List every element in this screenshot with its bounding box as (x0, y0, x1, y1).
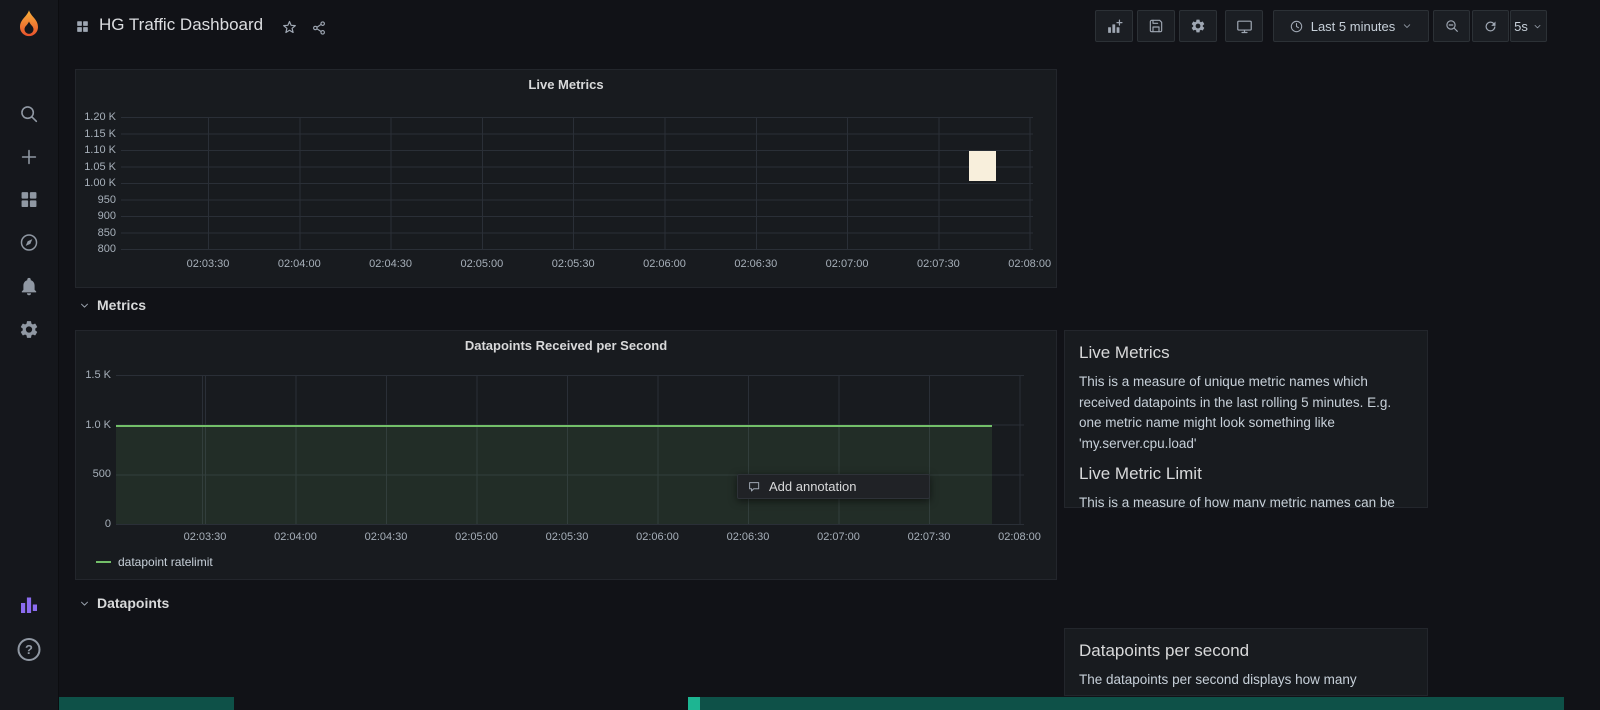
explore-compass-icon[interactable] (19, 232, 40, 253)
x-tick: 02:08:00 (1008, 258, 1052, 270)
legend-label: datapoint ratelimit (118, 555, 213, 569)
y-tick: 0 (104, 518, 111, 530)
y-tick: 1.05 K (84, 160, 116, 173)
panel-datapoints-rate: Datapoints Received per Second 1.5 K 1.0… (75, 330, 1057, 580)
text-heading-datapoints: Datapoints per second (1079, 641, 1250, 660)
cycle-view-button[interactable] (1225, 10, 1263, 42)
search-icon[interactable] (18, 103, 40, 125)
save-dashboard-button[interactable] (1137, 10, 1175, 42)
row-label: Datapoints (97, 595, 170, 611)
hover-highlight-block (969, 151, 996, 181)
share-icon[interactable] (311, 20, 327, 36)
caret-down-icon (1401, 20, 1413, 32)
y-tick: 1.10 K (84, 144, 116, 156)
x-tick: 02:06:00 (643, 258, 686, 270)
caret-down-icon (1532, 21, 1543, 32)
row-header-datapoints[interactable]: Datapoints (78, 595, 169, 611)
x-tick: 02:07:30 (916, 258, 960, 270)
comment-bubble-icon (747, 480, 761, 494)
time-range-picker[interactable]: Last 5 minutes (1273, 10, 1429, 42)
refresh-interval-label: 5s (1514, 18, 1528, 34)
panel-title[interactable]: Live Metrics (76, 77, 1056, 92)
x-tick: 02:06:30 (726, 531, 770, 543)
x-tick: 02:04:30 (364, 531, 408, 543)
row-label: Metrics (97, 297, 147, 313)
below-fold-panel-strip (59, 697, 234, 710)
x-tick: 02:05:00 (460, 258, 504, 270)
legend-item[interactable]: datapoint ratelimit (96, 555, 213, 569)
x-tick: 02:06:30 (734, 258, 778, 270)
save-icon (1148, 18, 1164, 34)
y-tick: 1.5 K (85, 369, 111, 381)
x-tick: 02:08:00 (998, 531, 1041, 543)
text-heading-live-metric-limit: Live Metric Limit (1079, 464, 1202, 484)
panel-title[interactable]: Datapoints Received per Second (76, 338, 1056, 353)
y-tick: 1.15 K (84, 127, 116, 140)
y-tick: 1.00 K (84, 177, 116, 189)
refresh-button[interactable] (1472, 10, 1509, 42)
y-tick: 900 (97, 210, 116, 222)
series-color-mark (96, 561, 111, 563)
zoom-out-icon (1444, 18, 1460, 34)
x-tick: 02:07:00 (817, 531, 860, 543)
x-tick: 02:05:30 (545, 531, 589, 543)
y-tick: 800 (97, 243, 116, 255)
add-panel-button[interactable] (1095, 10, 1133, 42)
plugin-app-icon[interactable] (17, 593, 41, 617)
below-fold-highlight (688, 697, 700, 710)
text-body-live-metrics: This is a measure of unique metric names… (1079, 374, 1392, 451)
grafana-logo-icon[interactable] (11, 8, 47, 44)
text-body-live-metric-limit: This is a measure of how many metric nam… (1079, 495, 1395, 508)
datapoints-rate-plot-area[interactable] (116, 375, 1024, 525)
x-tick: 02:07:30 (907, 531, 951, 543)
text-heading-live-metrics: Live Metrics (1079, 343, 1170, 362)
y-tick: 950 (97, 193, 116, 206)
x-tick: 02:05:00 (455, 531, 498, 543)
row-header-metrics[interactable]: Metrics (78, 297, 146, 313)
configuration-gear-icon[interactable] (19, 319, 40, 340)
x-tick: 02:03:30 (183, 531, 227, 543)
panel-live-metrics: Live Metrics 1.20 K 1.15 K 1.10 K 1.05 K… (75, 69, 1057, 288)
clock-icon (1289, 19, 1304, 34)
refresh-interval-picker[interactable]: 5s (1510, 10, 1547, 42)
star-icon[interactable] (281, 19, 298, 36)
dashboards-icon[interactable] (19, 189, 40, 210)
text-body-datapoints: The datapoints per second displays how m… (1079, 672, 1357, 687)
help-icon[interactable]: ? (17, 638, 41, 661)
y-tick: 1.20 K (84, 111, 116, 123)
chevron-down-icon (78, 597, 91, 610)
x-tick: 02:06:00 (636, 531, 679, 543)
below-fold-panel-strip (700, 697, 1564, 710)
x-tick: 02:05:30 (551, 258, 595, 270)
y-tick: 1.0 K (85, 418, 111, 431)
refresh-icon (1483, 19, 1498, 34)
x-tick: 02:04:00 (274, 531, 317, 543)
text-panel-datapoints: Datapoints per second The datapoints per… (1064, 628, 1428, 696)
gear-icon (1190, 18, 1206, 34)
x-tick: 02:07:00 (825, 258, 869, 270)
x-tick: 02:04:00 (277, 258, 321, 270)
x-tick: 02:04:30 (369, 258, 413, 270)
add-panel-icon (1106, 18, 1123, 35)
time-range-label: Last 5 minutes (1310, 18, 1396, 34)
y-tick: 500 (92, 468, 111, 481)
monitor-icon (1236, 18, 1253, 35)
sidebar: ? (0, 0, 59, 710)
live-metrics-plot-area[interactable] (121, 117, 1033, 250)
dashboard-grid-icon (75, 19, 90, 34)
add-annotation-label: Add annotation (769, 479, 857, 494)
page-title[interactable]: HG Traffic Dashboard (99, 15, 263, 35)
text-panel-live-metrics: Live Metrics This is a measure of unique… (1064, 330, 1428, 508)
dashboard-settings-button[interactable] (1179, 10, 1217, 42)
x-tick: 02:03:30 (186, 258, 230, 270)
help-glyph: ? (25, 642, 33, 657)
add-annotation-menu-item[interactable]: Add annotation (737, 474, 930, 499)
chevron-down-icon (78, 299, 91, 312)
y-tick: 850 (97, 226, 116, 239)
alerting-bell-icon[interactable] (19, 276, 40, 297)
create-plus-icon[interactable] (18, 146, 40, 168)
grafana-dashboard: ? HG Traffic Dashboard Last 5 minutes 5s… (0, 0, 1600, 710)
zoom-out-button[interactable] (1433, 10, 1470, 42)
